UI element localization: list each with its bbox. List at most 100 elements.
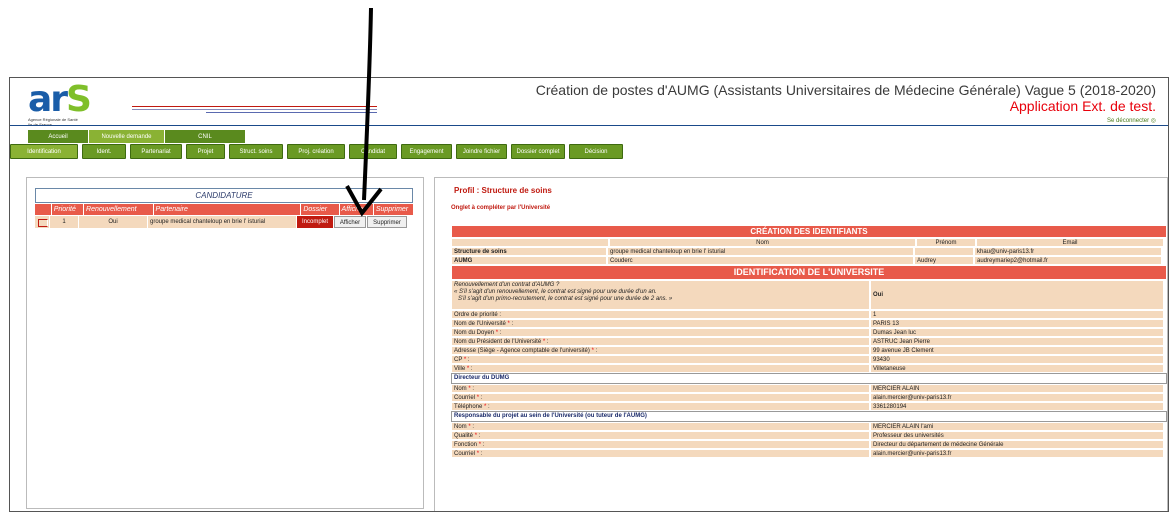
candidature-header: Priorité Renouvellement Partenaire Dossi… — [35, 204, 413, 215]
field-label: Fonction * : — [451, 440, 870, 449]
form-row: Nom du Doyen * : Dumas Jean luc — [451, 328, 1167, 337]
profil-label: Profil : Structure de soins — [454, 186, 552, 195]
form-row: Qualité * : Professeur des universités — [451, 431, 1167, 440]
field-value: alain.mercier@univ-paris13.fr — [870, 449, 1164, 458]
header-blank — [35, 204, 52, 215]
field-label: Qualité * : — [451, 431, 870, 440]
row-prenom — [914, 247, 974, 256]
field-label: Nom * : — [451, 384, 870, 393]
field-value: 1 — [870, 310, 1164, 319]
row-prenom: Audrey — [914, 256, 974, 265]
form-row: CP * : 93430 — [451, 355, 1167, 364]
renouvellement-value: Oui — [870, 280, 1164, 310]
subtab-identification[interactable]: Identification — [10, 144, 78, 159]
field-label: Adresse (Siège - Agence comptable de l'u… — [451, 346, 870, 355]
renouvellement-question: Renouvellement d'un contrat d'AUMG ? « S… — [451, 280, 870, 310]
field-value: Dumas Jean luc — [870, 328, 1164, 337]
candidature-title: CANDIDATURE — [35, 188, 413, 203]
header-divider — [10, 125, 1168, 126]
field-value: PARIS 13 — [870, 319, 1164, 328]
cell-priorite: 1 — [50, 216, 79, 228]
page-title: Création de postes d'AUMG (Assistants Un… — [535, 82, 1156, 98]
form-row: Nom * : MERCIER ALAIN l'ami — [451, 422, 1167, 431]
candidature-table: CANDIDATURE Priorité Renouvellement Part… — [35, 188, 413, 228]
tab-nouvelle-demande[interactable]: Nouvelle demande — [89, 130, 165, 143]
subtab-proj-creation[interactable]: Proj. création — [287, 144, 345, 159]
form-row: Courriel * : alain.mercier@univ-paris13.… — [451, 449, 1167, 458]
main-tabs: Accueil Nouvelle demande CNIL — [28, 130, 246, 143]
col-prenom: Prénom — [916, 238, 976, 247]
field-value: 99 avenue JB Clement — [870, 346, 1164, 355]
subtab-dossier-complet[interactable]: Dossier complet — [511, 144, 565, 159]
subtab-projet[interactable]: Projet — [186, 144, 225, 159]
field-label: Nom * : — [451, 422, 870, 431]
field-label: CP * : — [451, 355, 870, 364]
row-label: AUMG — [451, 256, 607, 265]
form-row: Téléphone * : 3361280194 — [451, 402, 1167, 411]
ars-logo: arS Agence Régionale de Santé Ile-de-Fra… — [28, 82, 98, 128]
subtab-candidat[interactable]: Candidat — [349, 144, 397, 159]
header-dossier: Dossier — [301, 204, 340, 215]
field-value: ASTRUC Jean Pierre — [870, 337, 1164, 346]
form-row: Ordre de priorité : 1 — [451, 310, 1167, 319]
header-afficher: Afficher — [339, 204, 374, 215]
form-row: Nom * : MERCIER ALAIN — [451, 384, 1167, 393]
section-creation-header: CRÉATION DES IDENTIFIANTS — [451, 225, 1167, 238]
field-label: Courriel * : — [451, 393, 870, 402]
creation-col-blank — [451, 238, 609, 247]
cell-partenaire: groupe medical chanteloup en brie l' ist… — [148, 216, 297, 228]
app-subtitle: Application Ext. de test. — [1009, 98, 1156, 114]
header-decoration — [132, 106, 377, 115]
subtab-decision[interactable]: Décision — [569, 144, 623, 159]
supprimer-button[interactable]: Supprimer — [367, 216, 407, 228]
field-label: Courriel * : — [451, 449, 870, 458]
form-row: Ville * : Villetaneuse — [451, 364, 1167, 373]
table-row: 1 Oui groupe medical chanteloup en brie … — [35, 216, 413, 228]
tab-cnil[interactable]: CNIL — [165, 130, 246, 143]
cell-dossier-status: Incomplet — [297, 216, 334, 228]
form-panel: Profil : Structure de soins Onglet à com… — [434, 177, 1168, 511]
field-value: MERCIER ALAIN l'ami — [870, 422, 1164, 431]
field-value: Professeur des universités — [870, 431, 1164, 440]
row-email: khau@univ-paris13.fr — [974, 247, 1162, 256]
afficher-button[interactable]: Afficher — [334, 216, 366, 228]
form-row: Nom de l'Université * : PARIS 13 — [451, 319, 1167, 328]
field-label: Ordre de priorité : — [451, 310, 870, 319]
field-value: 3361280194 — [870, 402, 1164, 411]
field-label: Nom du Président de l'Université * : — [451, 337, 870, 346]
col-email: Email — [976, 238, 1164, 247]
row-nom: groupe medical chanteloup en brie l' ist… — [607, 247, 914, 256]
form-row: Nom du Président de l'Université * : AST… — [451, 337, 1167, 346]
row-label: Structure de soins — [451, 247, 607, 256]
header-partenaire: Partenaire — [153, 204, 302, 215]
row-delete-cell — [35, 216, 50, 228]
row-email: audreymariep2@hotmail.fr — [974, 256, 1162, 265]
candidature-panel: CANDIDATURE Priorité Renouvellement Part… — [26, 177, 424, 509]
field-label: Ville * : — [451, 364, 870, 373]
header-supprimer: Supprimer — [373, 204, 413, 215]
logout-link[interactable]: Se déconnecter ◎ — [1107, 117, 1156, 124]
field-value: Villetaneuse — [870, 364, 1164, 373]
creation-col-headers: Nom Prénom Email — [451, 238, 1167, 247]
subtab-ident[interactable]: Ident. — [82, 144, 126, 159]
dumg-section-title: Directeur du DUMG — [451, 373, 1167, 384]
row-nom: Couderc — [607, 256, 914, 265]
delete-icon[interactable] — [38, 219, 48, 227]
field-label: Téléphone * : — [451, 402, 870, 411]
col-nom: Nom — [609, 238, 916, 247]
tab-accueil[interactable]: Accueil — [28, 130, 89, 143]
sub-tabs: Identification Ident. Partenariat Projet… — [10, 144, 627, 159]
cell-renouvellement: Oui — [79, 216, 148, 228]
subtab-engagement[interactable]: Engagement — [401, 144, 452, 159]
subtab-joindre-fichier[interactable]: Joindre fichier — [456, 144, 507, 159]
subtab-partenariat[interactable]: Partenariat — [130, 144, 182, 159]
structure-form: CRÉATION DES IDENTIFIANTS Nom Prénom Ema… — [451, 225, 1167, 458]
form-row: Fonction * : Directeur du département de… — [451, 440, 1167, 449]
field-value: MERCIER ALAIN — [870, 384, 1164, 393]
subtab-struct-soins[interactable]: Struct. soins — [229, 144, 283, 159]
onglet-label: Onglet à compléter par l'Université — [451, 205, 551, 211]
form-row: Adresse (Siège - Agence comptable de l'u… — [451, 346, 1167, 355]
table-row: AUMG Couderc Audrey audreymariep2@hotmai… — [451, 256, 1167, 265]
section-universite-header: IDENTIFICATION DE L'UNIVERSITE — [451, 265, 1167, 280]
form-row: Courriel * : alain.mercier@univ-paris13.… — [451, 393, 1167, 402]
